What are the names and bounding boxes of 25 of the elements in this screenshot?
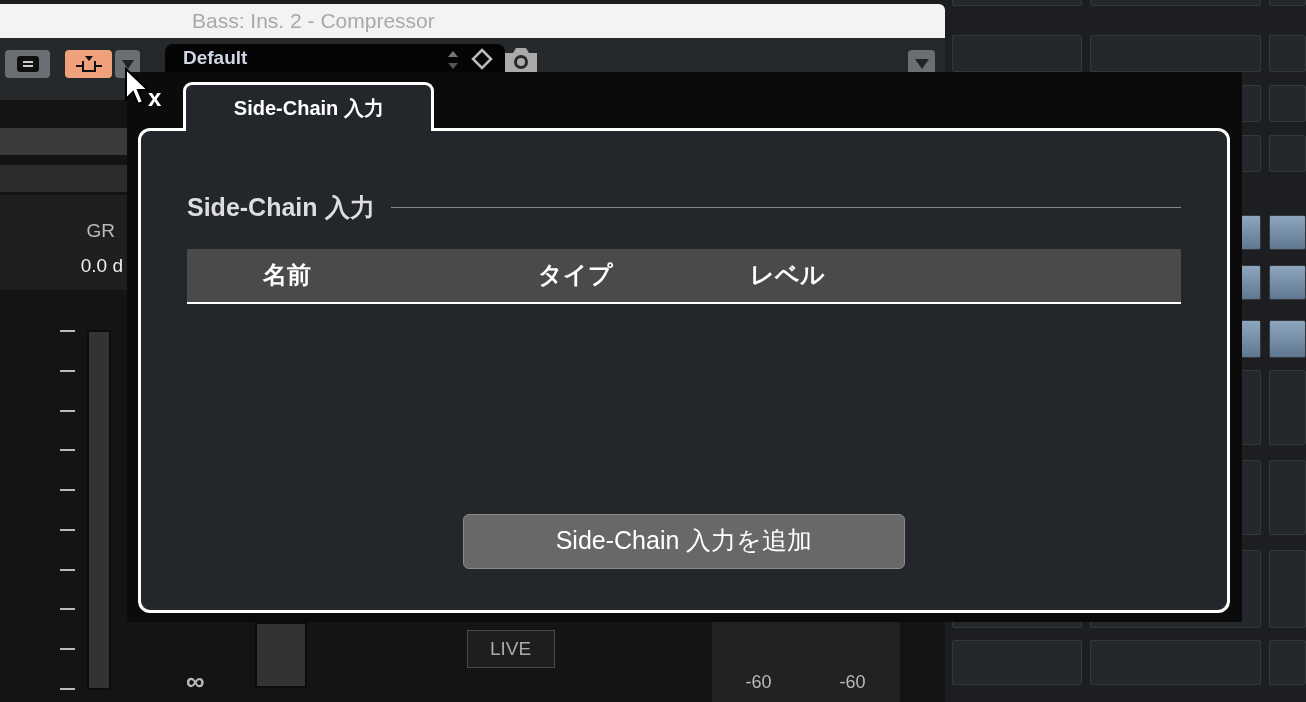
tab[interactable]: Side-Chain 入力 xyxy=(183,82,435,131)
menu-icon xyxy=(16,56,39,72)
add-sidechain-button[interactable]: Side-Chain 入力を追加 xyxy=(463,513,905,569)
column-header: レベル xyxy=(750,261,825,288)
section-title: Side-Chain 入力 xyxy=(187,192,375,223)
meter-label: -60 xyxy=(745,671,772,694)
meter-label: -60 xyxy=(839,671,866,694)
gr-label: GR xyxy=(86,219,115,243)
grid-cell xyxy=(1269,320,1306,358)
grid-cell xyxy=(1269,215,1306,250)
gr-value: 0.0 d xyxy=(80,253,123,278)
live-button[interactable]: LIVE xyxy=(466,630,555,668)
grid-cell xyxy=(1269,265,1306,300)
caret-icon xyxy=(121,59,134,69)
close-button[interactable]: x xyxy=(148,86,162,110)
camera-icon[interactable] xyxy=(503,46,539,74)
diamond-icon[interactable] xyxy=(471,48,493,70)
sidechain-button[interactable] xyxy=(65,50,112,78)
menu-button[interactable] xyxy=(5,50,50,78)
column-header: タイプ xyxy=(538,261,613,288)
caret-icon xyxy=(914,59,929,69)
column-header: 名前 xyxy=(263,261,311,288)
sidechain-icon xyxy=(74,55,103,73)
window-title: Bass: Ins. 2 - Compressor xyxy=(192,8,435,35)
scale-label: ∞ xyxy=(186,668,205,694)
